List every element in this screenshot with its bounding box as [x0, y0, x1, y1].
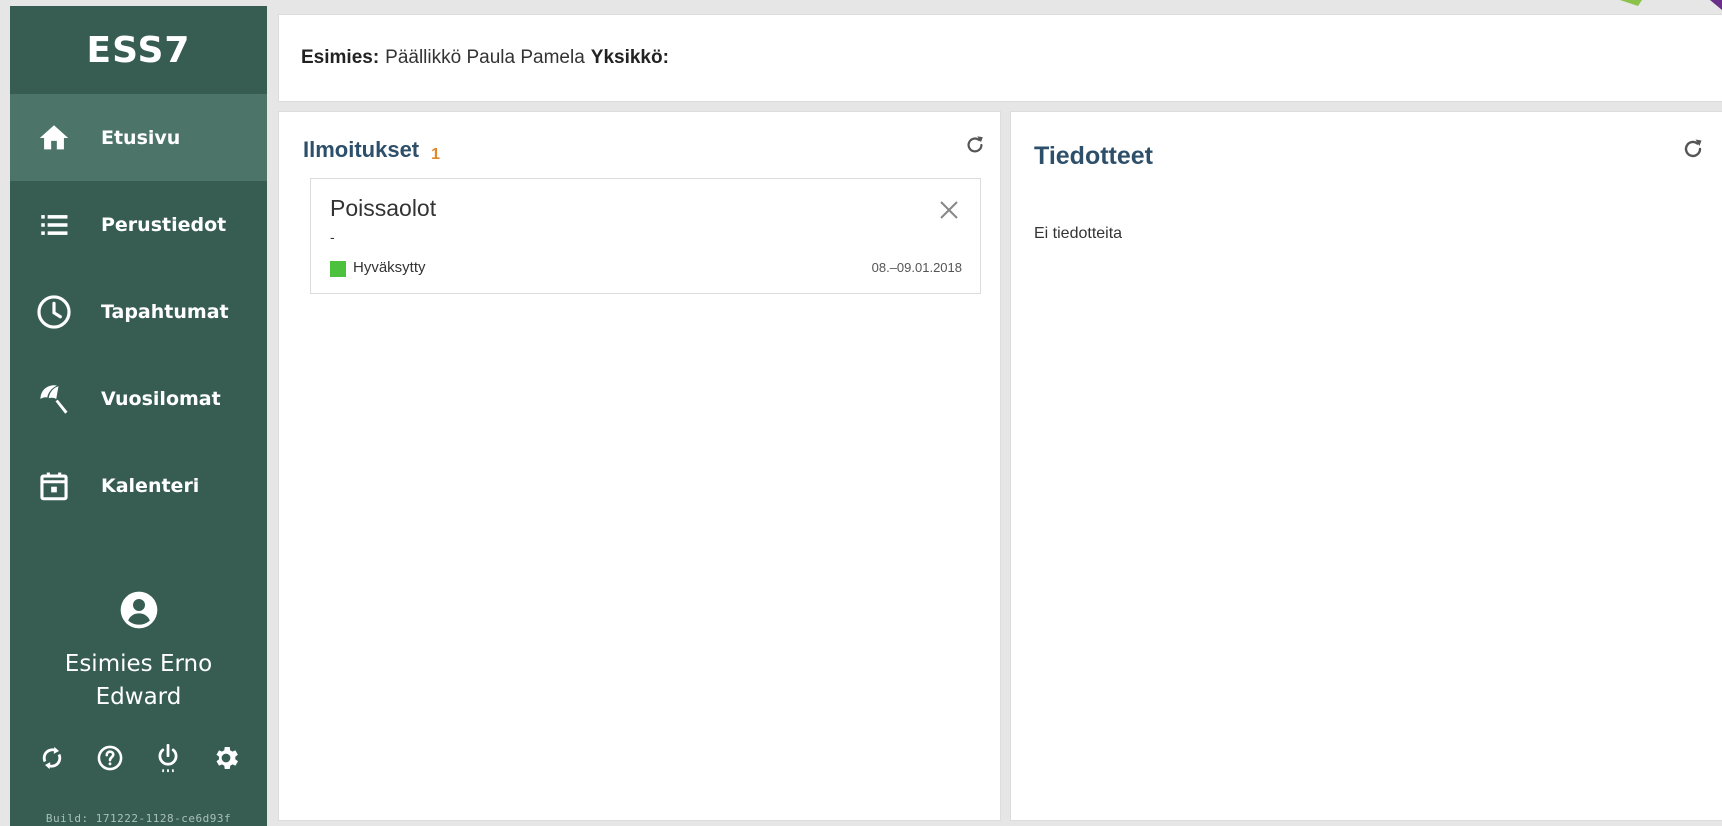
notification-card[interactable]: Poissaolot - Hyväksytty 08.–09.01.2018: [310, 178, 981, 294]
notification-subtitle: -: [330, 229, 335, 245]
bulletins-empty-text: Ei tiedotteita: [1034, 225, 1123, 242]
supervisor-value: Päällikkö Paula Pamela: [385, 47, 585, 68]
list-icon: [34, 205, 74, 245]
user-name: Esimies Erno Edward: [64, 651, 213, 710]
app-title: ESS7: [86, 29, 191, 71]
bulletins-title: Tiedotteet: [1034, 142, 1153, 170]
beach-umbrella-icon: [34, 379, 74, 419]
sync-icon[interactable]: [36, 742, 68, 774]
info-header: Esimies: Päällikkö Paula Pamela Yksikkö:: [278, 14, 1722, 102]
power-icon[interactable]: [152, 742, 184, 774]
sidebar-item-vuosilomat[interactable]: Vuosilomat: [10, 355, 267, 442]
notifications-title-text: Ilmoitukset: [303, 137, 420, 162]
sidebar-item-label: Etusivu: [101, 126, 181, 149]
account-circle-icon[interactable]: [119, 590, 159, 634]
refresh-icon[interactable]: [962, 132, 988, 158]
user-actions: [10, 742, 267, 774]
corner-decoration: [1620, 0, 1722, 10]
sidebar-item-label: Vuosilomat: [101, 387, 221, 410]
sidebar-item-perustiedot[interactable]: Perustiedot: [10, 181, 267, 268]
notification-title: Poissaolot: [330, 195, 437, 221]
user-block: Esimies Erno Edward: [10, 590, 267, 714]
refresh-icon[interactable]: [1680, 136, 1706, 162]
supervisor-label: Esimies:: [301, 47, 380, 68]
unit-label: Yksikkö:: [590, 47, 669, 68]
notifications-title: Ilmoitukset 1: [303, 137, 440, 163]
sidebar-item-kalenteri[interactable]: Kalenteri: [10, 442, 267, 529]
clock-icon: [34, 292, 74, 332]
build-info: Build: 171222-1128-ce6d93f: [45, 812, 232, 825]
sidebar-item-label: Perustiedot: [101, 213, 227, 236]
bulletins-panel: Tiedotteet Ei tiedotteita: [1010, 111, 1722, 821]
sidebar-item-tapahtumat[interactable]: Tapahtumat: [10, 268, 267, 355]
settings-icon[interactable]: [210, 742, 242, 774]
notifications-panel: Ilmoitukset 1 Poissaolot - Hyväksytty 08.…: [278, 111, 1001, 821]
sidebar: ESS7 Etusivu Perustiedot Tapahtumat Vuos…: [10, 6, 267, 826]
calendar-icon: [34, 466, 74, 506]
notification-date: 08.–09.01.2018: [871, 260, 962, 275]
sidebar-item-label: Tapahtumat: [101, 300, 229, 323]
sidebar-item-etusivu[interactable]: Etusivu: [10, 94, 267, 181]
status-text: Hyväksytty: [353, 259, 426, 276]
help-icon[interactable]: [94, 742, 126, 774]
home-icon: [34, 118, 74, 158]
notifications-count-badge: 1: [431, 146, 441, 163]
status-indicator: [330, 261, 346, 277]
close-icon[interactable]: [936, 197, 962, 223]
sidebar-item-label: Kalenteri: [101, 474, 200, 497]
